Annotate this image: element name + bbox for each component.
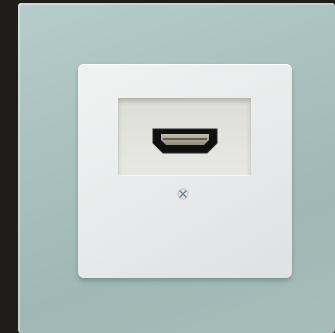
hdmi-port-icon — [152, 128, 218, 154]
screw-mark-icon — [177, 188, 189, 200]
wall-outlet-photo — [0, 0, 335, 333]
